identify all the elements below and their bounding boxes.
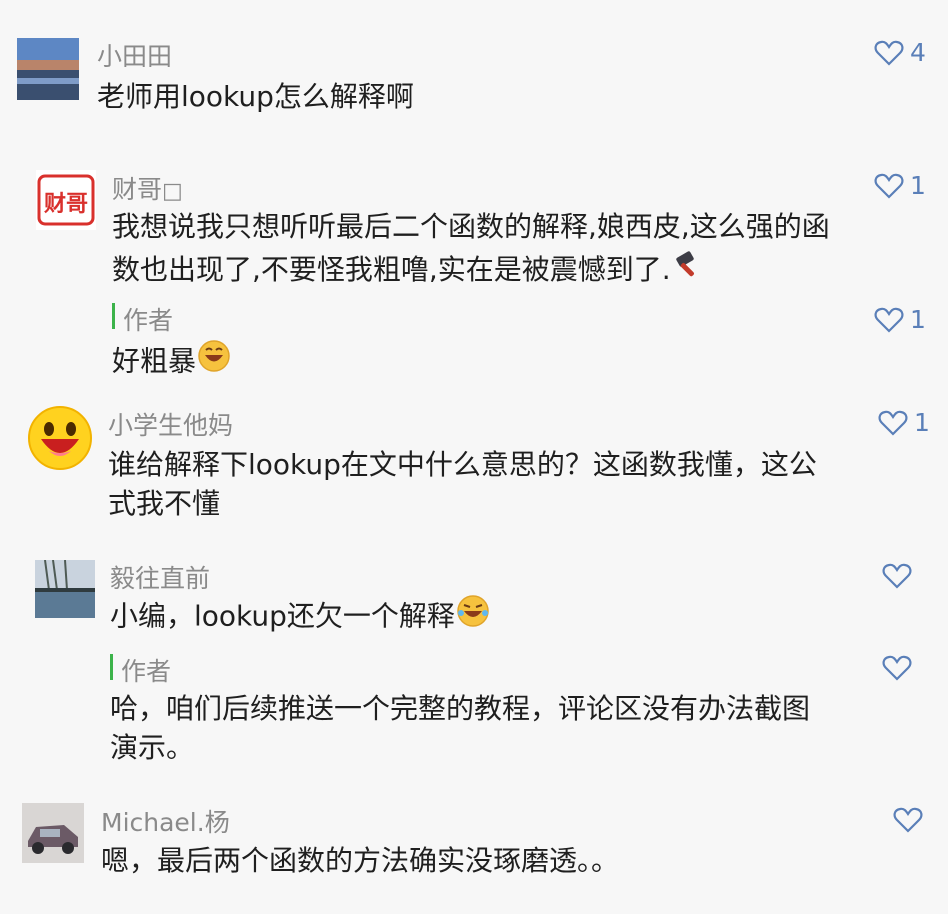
like-count: 4 xyxy=(910,38,926,67)
comment-text-line-1: 我想说我只想听听最后二个函数的解释,娘西皮,这么强的函 xyxy=(112,210,830,243)
heart-icon xyxy=(882,563,912,589)
comment-text-line-1: 谁给解释下lookup在文中什么意思的？这函数我懂，这公 xyxy=(108,448,817,481)
avatar[interactable] xyxy=(17,38,79,100)
like-button[interactable] xyxy=(882,654,912,682)
avatar[interactable] xyxy=(27,405,93,471)
reply-text-line-1: 哈，咱们后续推送一个完整的教程，评论区没有办法截图 xyxy=(110,692,811,725)
hammer-emoji-icon xyxy=(671,249,705,293)
heart-icon xyxy=(893,807,923,833)
reply-text-line-2: 演示。 xyxy=(110,731,195,764)
comment-text-line-2: 式我不懂 xyxy=(108,487,221,520)
laughing-tears-emoji-icon xyxy=(455,593,491,642)
author-indicator-bar xyxy=(112,303,115,329)
like-button[interactable]: 4 xyxy=(874,38,926,67)
comment-text-line-2: 数也出现了,不要怪我粗噜,实在是被震憾到了. xyxy=(112,248,705,293)
grin-emoji-icon xyxy=(196,338,232,387)
like-button[interactable] xyxy=(882,562,912,590)
name-box-glyph: □ xyxy=(162,179,183,204)
commenter-name[interactable]: 小田田 xyxy=(97,37,172,73)
comment-text: 嗯，最后两个函数的方法确实没琢磨透。。 xyxy=(101,844,620,877)
heart-icon xyxy=(878,410,908,436)
commenter-name[interactable]: 毅往直前 xyxy=(110,559,210,595)
author-indicator-bar xyxy=(110,654,113,680)
like-button[interactable]: 1 xyxy=(874,171,926,200)
reply-text: 好粗暴 xyxy=(112,338,232,387)
commenter-name[interactable]: 小学生他妈 xyxy=(108,406,233,442)
like-count: 1 xyxy=(914,408,930,437)
avatar[interactable] xyxy=(22,803,84,863)
like-button[interactable] xyxy=(893,806,923,834)
comment-text: 小编，lookup还欠一个解释 xyxy=(110,593,491,642)
avatar-logo-text: 财哥 xyxy=(44,192,88,217)
avatar[interactable] xyxy=(35,560,95,618)
heart-icon xyxy=(874,307,904,333)
avatar[interactable]: 财哥 xyxy=(36,170,96,230)
like-count: 1 xyxy=(910,305,926,334)
like-count: 1 xyxy=(910,171,926,200)
author-label[interactable]: 作者 xyxy=(123,301,173,337)
heart-icon xyxy=(874,40,904,66)
like-button[interactable]: 1 xyxy=(874,305,926,334)
author-label[interactable]: 作者 xyxy=(121,652,171,688)
like-button[interactable]: 1 xyxy=(878,408,930,437)
heart-icon xyxy=(882,655,912,681)
comment-text: 老师用lookup怎么解释啊 xyxy=(97,80,414,113)
heart-icon xyxy=(874,173,904,199)
commenter-name[interactable]: Michael.杨 xyxy=(101,803,230,839)
commenter-name[interactable]: 财哥□ xyxy=(112,170,183,206)
